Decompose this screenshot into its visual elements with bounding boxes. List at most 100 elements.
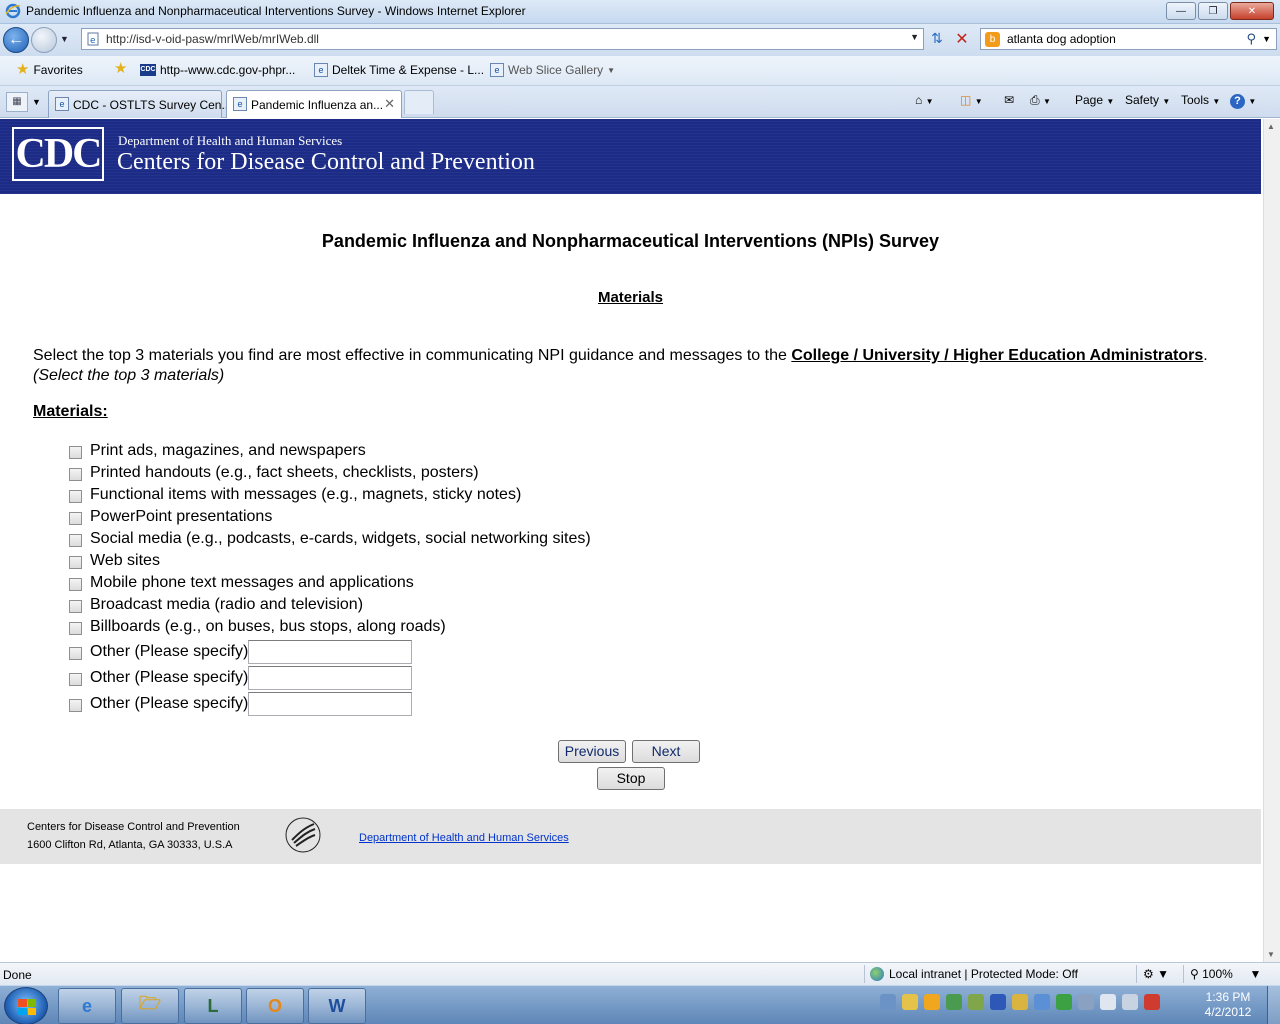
system-clock[interactable]: 1:36 PM 4/2/2012 xyxy=(1198,990,1258,1020)
favorite-link-deltek[interactable]: e Deltek Time & Expense - L... xyxy=(314,63,484,77)
survey-title: Pandemic Influenza and Nonpharmaceutical… xyxy=(321,231,940,251)
security-zone[interactable]: Local intranet | Protected Mode: Off xyxy=(870,967,1078,981)
start-button[interactable] xyxy=(4,987,48,1024)
search-icon[interactable]: ⚲ xyxy=(1246,31,1256,47)
checkbox[interactable] xyxy=(69,578,82,591)
option-label[interactable]: Billboards (e.g., on buses, bus stops, a… xyxy=(90,618,446,636)
option-label[interactable]: Other (Please specify) xyxy=(90,643,248,661)
tools-menu-label: Tools xyxy=(1181,93,1210,107)
tray-mail-icon[interactable] xyxy=(902,994,918,1010)
option-label[interactable]: Other (Please specify) xyxy=(90,669,248,687)
option-label[interactable]: Broadcast media (radio and television) xyxy=(90,596,363,614)
protected-mode-icon[interactable]: ⚙ ▼ xyxy=(1143,967,1169,981)
mail-button[interactable]: ✉ xyxy=(1004,93,1014,107)
checkbox[interactable] xyxy=(69,468,82,481)
show-desktop-button[interactable] xyxy=(1267,986,1280,1024)
taskbar-internet-explorer-icon[interactable]: e xyxy=(58,988,116,1024)
other-specify-input[interactable] xyxy=(248,666,412,690)
page-viewport: CDC Department of Health and Human Servi… xyxy=(0,119,1263,962)
tray-network-wired-icon[interactable] xyxy=(1122,994,1138,1010)
vertical-scrollbar[interactable]: ▲ ▼ xyxy=(1263,119,1280,962)
question-suffix: . xyxy=(1203,347,1208,364)
tab-cdc-ostlts[interactable]: e CDC - OSTLTS Survey Cen... xyxy=(48,90,231,118)
previous-button[interactable]: Previous xyxy=(558,740,626,763)
option-label[interactable]: Printed handouts (e.g., fact sheets, che… xyxy=(90,464,479,482)
checkbox[interactable] xyxy=(69,490,82,503)
checkbox[interactable] xyxy=(69,647,82,660)
page-footer: Centers for Disease Control and Preventi… xyxy=(0,809,1261,864)
tray-device-icon[interactable] xyxy=(1100,994,1116,1010)
tray-lock-icon[interactable] xyxy=(1012,994,1028,1010)
scroll-down-icon[interactable]: ▼ xyxy=(1267,950,1275,959)
home-button[interactable]: ⌂ ▼ xyxy=(915,93,934,107)
hhs-link[interactable]: Department of Health and Human Services xyxy=(359,832,569,844)
minimize-button[interactable]: — xyxy=(1166,2,1196,20)
taskbar-lync-icon[interactable]: L xyxy=(184,988,242,1024)
tab-pandemic-influenza[interactable]: e Pandemic Influenza an... ✕ xyxy=(226,90,402,118)
tools-menu[interactable]: Tools ▼ xyxy=(1181,93,1220,107)
option-label[interactable]: Other (Please specify) xyxy=(90,695,248,713)
option-label[interactable]: Mobile phone text messages and applicati… xyxy=(90,574,414,592)
option-label[interactable]: Web sites xyxy=(90,552,160,570)
search-dropdown-icon[interactable]: ▼ xyxy=(1262,34,1271,44)
scroll-up-icon[interactable]: ▲ xyxy=(1267,122,1275,131)
address-dropdown-icon[interactable]: ▼ xyxy=(910,32,919,42)
checkbox[interactable] xyxy=(69,446,82,459)
quick-tabs-icon[interactable]: ▦ xyxy=(6,92,28,112)
checkbox[interactable] xyxy=(69,622,82,635)
option-label[interactable]: Social media (e.g., podcasts, e-cards, w… xyxy=(90,530,591,548)
checkbox[interactable] xyxy=(69,600,82,613)
tray-volume-icon[interactable] xyxy=(1144,994,1160,1010)
cdc-banner: CDC Department of Health and Human Servi… xyxy=(0,119,1261,194)
taskbar-file-explorer-icon[interactable]: 🗁 xyxy=(121,988,179,1024)
tray-arrow-icon[interactable] xyxy=(1078,994,1094,1010)
taskbar-outlook-icon[interactable]: O xyxy=(246,988,304,1024)
ie-page-icon: e xyxy=(314,63,328,77)
checkbox[interactable] xyxy=(69,673,82,686)
tray-display-icon[interactable] xyxy=(1034,994,1050,1010)
checkbox[interactable] xyxy=(69,556,82,569)
tray-security-icon[interactable] xyxy=(946,994,962,1010)
history-dropdown[interactable]: ▼ xyxy=(60,34,69,44)
window-title: Pandemic Influenza and Nonpharmaceutical… xyxy=(26,4,526,18)
option-label[interactable]: PowerPoint presentations xyxy=(90,508,272,526)
address-bar[interactable]: e http://isd-v-oid-pasw/mrIWeb/mrIWeb.dl… xyxy=(81,28,924,50)
other-specify-input[interactable] xyxy=(248,640,412,664)
zoom-control[interactable]: ⚲ 100% ▼ xyxy=(1190,967,1261,981)
tray-bluetooth-icon[interactable] xyxy=(990,994,1006,1010)
checkbox[interactable] xyxy=(69,699,82,712)
option-label[interactable]: Functional items with messages (e.g., ma… xyxy=(90,486,521,504)
print-button[interactable]: ⎙ ▼ xyxy=(1030,93,1051,108)
question-text: Select the top 3 materials you find are … xyxy=(33,347,1233,385)
search-box[interactable]: b atlanta dog adoption ⚲ ▼ xyxy=(980,28,1277,50)
safety-menu[interactable]: Safety ▼ xyxy=(1125,93,1170,107)
other-specify-input[interactable] xyxy=(248,692,412,716)
forward-button[interactable] xyxy=(31,27,57,53)
banner-department: Department of Health and Human Services xyxy=(118,133,343,148)
stop-button[interactable]: Stop xyxy=(597,767,665,790)
checkbox[interactable] xyxy=(69,512,82,525)
close-tab-icon[interactable]: ✕ xyxy=(384,96,395,112)
back-button[interactable]: ← xyxy=(3,27,29,53)
tray-sync-icon[interactable] xyxy=(1056,994,1072,1010)
next-button[interactable]: Next xyxy=(632,740,700,763)
new-tab-button[interactable] xyxy=(404,90,434,114)
tray-outlook-icon[interactable] xyxy=(924,994,940,1010)
favorite-link-web-slice[interactable]: e Web Slice Gallery ▼ xyxy=(490,63,615,77)
feeds-button[interactable]: ◫ ▼ xyxy=(960,93,983,107)
help-button[interactable]: ? ▼ xyxy=(1230,93,1256,109)
favorite-link-cdc[interactable]: CDC http--www.cdc.gov-phpr... xyxy=(140,63,295,77)
tray-network-icon[interactable] xyxy=(880,994,896,1010)
add-favorite-button[interactable]: ★ xyxy=(114,61,127,76)
option-label[interactable]: Print ads, magazines, and newspapers xyxy=(90,442,366,460)
refresh-icon[interactable]: ⇅ xyxy=(928,30,946,48)
stop-icon[interactable]: ✕ xyxy=(953,29,971,48)
favorites-button[interactable]: ★ Favorites xyxy=(16,62,83,77)
checkbox[interactable] xyxy=(69,534,82,547)
restore-button[interactable]: ❐ xyxy=(1198,2,1228,20)
tab-list-dropdown[interactable]: ▼ xyxy=(32,97,41,107)
tray-shield-icon[interactable] xyxy=(968,994,984,1010)
close-button[interactable]: ✕ xyxy=(1230,2,1274,20)
page-menu[interactable]: Page ▼ xyxy=(1075,93,1114,107)
taskbar-word-icon[interactable]: W xyxy=(308,988,366,1024)
